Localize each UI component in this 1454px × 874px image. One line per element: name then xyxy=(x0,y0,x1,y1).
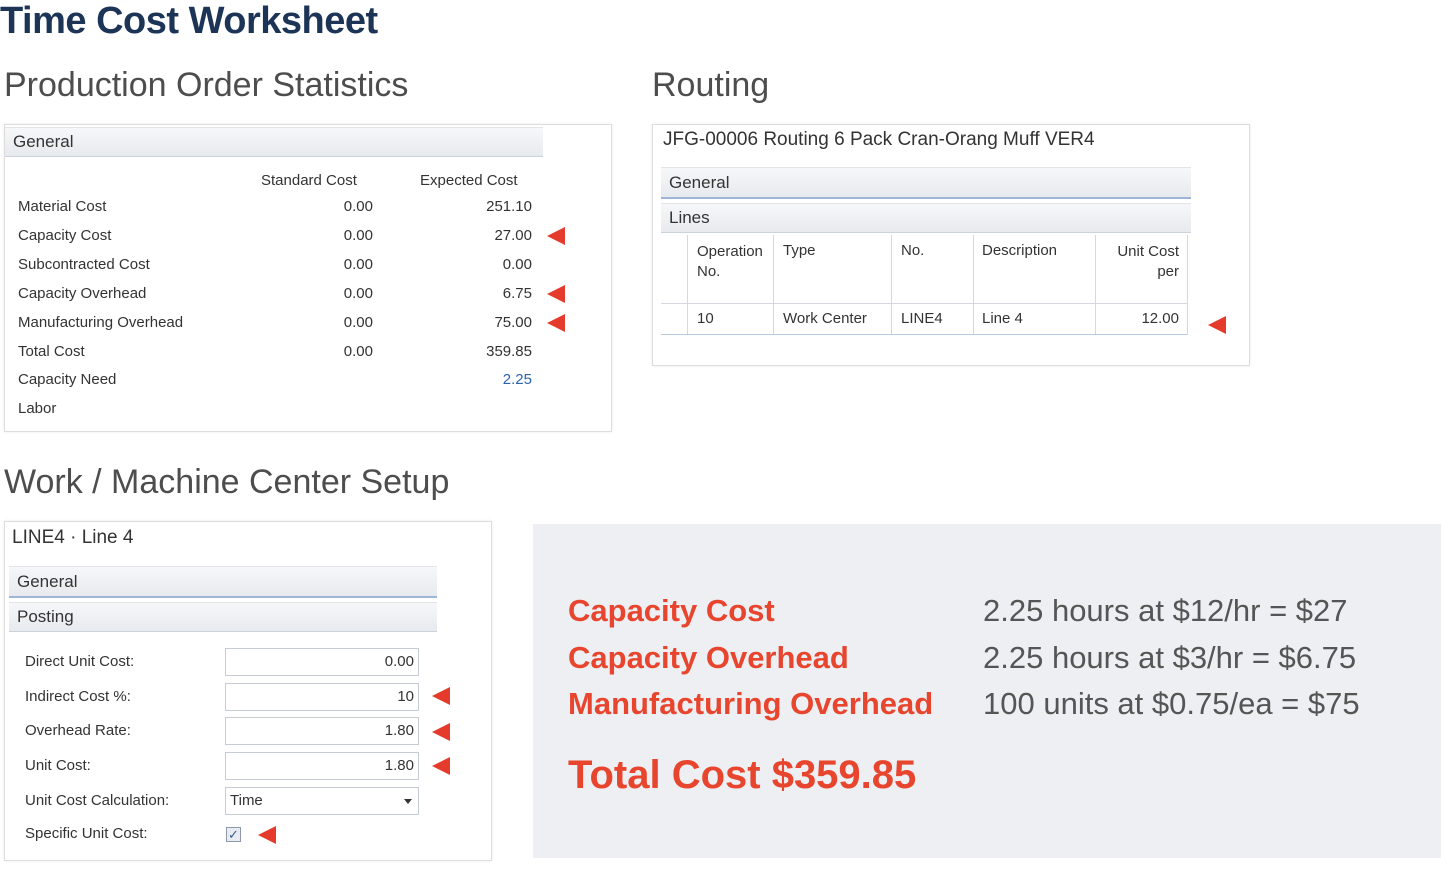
routing-lines-tab-label: Lines xyxy=(669,208,710,227)
direct-unit-cost-field[interactable]: 0.00 xyxy=(225,648,419,676)
stats-row-expected-material-cost: 251.10 xyxy=(486,198,532,215)
wc-posting-tab[interactable]: Posting xyxy=(9,602,437,632)
overhead-rate-arrow-icon xyxy=(432,723,450,741)
routing-unit-cost-arrow-icon xyxy=(1208,316,1226,334)
col-description: Description xyxy=(982,242,1058,259)
routing-row-operation[interactable]: 10 xyxy=(697,310,714,327)
unit-cost-arrow-icon xyxy=(432,757,450,775)
summary-box: Capacity Cost 2.25 hours at $12/hr = $27… xyxy=(533,524,1441,858)
routing-general-tab-label: General xyxy=(669,173,730,192)
stats-row-standard-subcontracted-cost: 0.00 xyxy=(343,255,373,273)
specific-unit-cost-arrow-icon xyxy=(258,826,276,844)
routing-row-type[interactable]: Work Center xyxy=(783,310,867,327)
routing-row-description[interactable]: Line 4 xyxy=(982,310,1023,327)
chevron-down-icon xyxy=(404,799,412,804)
stats-manufacturing-overhead-arrow-icon xyxy=(547,313,565,332)
specific-unit-cost-label: Specific Unit Cost: xyxy=(25,825,148,842)
wc-section-title: Work / Machine Center Setup xyxy=(4,463,450,501)
direct-unit-cost-label: Direct Unit Cost: xyxy=(25,653,135,670)
stats-row-standard-material-cost: 0.00 xyxy=(343,198,373,215)
unit-cost-calc-select[interactable]: Time xyxy=(225,787,419,815)
overhead-rate-label: Overhead Rate: xyxy=(25,722,131,739)
col-expected-cost: Expected Cost xyxy=(420,172,518,189)
summary-capacity-cost-value: 2.25 hours at $12/hr = $27 xyxy=(983,593,1348,628)
stats-row-expected-subcontracted-cost: 0.00 xyxy=(502,255,532,273)
summary-total-cost: Total Cost $359.85 xyxy=(568,753,917,797)
stats-row-expected-capacity-cost: 27.00 xyxy=(494,226,532,244)
wc-general-tab[interactable]: General xyxy=(9,566,437,598)
summary-manufacturing-overhead-label: Manufacturing Overhead xyxy=(568,686,934,721)
stats-row-label-labor: Labor xyxy=(18,400,57,418)
col-operation-line2: No. xyxy=(697,263,721,280)
stats-general-tab-label: General xyxy=(13,132,74,151)
summary-capacity-overhead-value: 2.25 hours at $3/hr = $6.75 xyxy=(983,640,1357,675)
indirect-cost-label: Indirect Cost %: xyxy=(25,688,131,705)
unit-cost-label: Unit Cost: xyxy=(25,757,91,774)
stats-row-expected-capacity-need[interactable]: 2.25 xyxy=(460,371,532,388)
unit-cost-calc-label: Unit Cost Calculation: xyxy=(25,792,170,809)
unit-cost-field[interactable]: 1.80 xyxy=(225,752,419,780)
stats-row-label-material-cost: Material Cost xyxy=(18,198,107,215)
stats-row-label-capacity-cost: Capacity Cost xyxy=(18,226,112,244)
col-type: Type xyxy=(783,242,816,259)
wc-general-tab-label: General xyxy=(17,572,78,591)
stats-general-tab[interactable]: General xyxy=(5,127,543,157)
routing-section-title: Routing xyxy=(652,66,770,104)
routing-general-tab[interactable]: General xyxy=(661,167,1191,199)
col-unit-cost-line2: per xyxy=(1157,263,1179,280)
stats-row-standard-capacity-overhead: 0.00 xyxy=(343,284,373,302)
routing-row-unit-cost[interactable]: 12.00 xyxy=(1099,310,1179,327)
stats-row-label-subcontracted-cost: Subcontracted Cost xyxy=(18,255,150,273)
stats-section-title: Production Order Statistics xyxy=(4,66,409,104)
col-unit-cost-line1: Unit Cost xyxy=(1117,243,1179,260)
stats-row-label-capacity-need: Capacity Need xyxy=(18,371,117,389)
work-center-panel: LINE4 · Line 4 General Posting Direct Un… xyxy=(4,521,492,861)
col-operation-line1: Operation xyxy=(697,243,763,260)
col-unit-cost: Unit Cost per xyxy=(1099,242,1179,282)
routing-lines-tab[interactable]: Lines xyxy=(661,203,1191,233)
stats-row-label-total-cost: Total Cost xyxy=(18,342,85,360)
page-title: Time Cost Worksheet xyxy=(0,0,378,42)
stats-panel: General Standard Cost Expected Cost Mate… xyxy=(4,124,612,432)
indirect-cost-arrow-icon xyxy=(432,687,450,705)
overhead-rate-field[interactable]: 1.80 xyxy=(225,717,419,745)
indirect-cost-field[interactable]: 10 xyxy=(225,683,419,711)
unit-cost-calc-value: Time xyxy=(230,792,263,809)
stats-row-expected-manufacturing-overhead: 75.00 xyxy=(494,313,532,331)
stats-row-standard-capacity-cost: 0.00 xyxy=(343,226,373,244)
stats-capacity-overhead-arrow-icon xyxy=(547,284,565,303)
col-standard-cost: Standard Cost xyxy=(261,172,357,189)
stats-row-expected-total-cost: 359.85 xyxy=(486,342,532,360)
wc-posting-tab-label: Posting xyxy=(17,607,74,626)
stats-row-standard-manufacturing-overhead: 0.00 xyxy=(343,313,373,331)
stats-row-standard-total-cost: 0.00 xyxy=(343,342,373,360)
summary-capacity-overhead-label: Capacity Overhead xyxy=(568,640,849,675)
stats-row-label-manufacturing-overhead: Manufacturing Overhead xyxy=(18,313,184,331)
summary-manufacturing-overhead-value: 100 units at $0.75/ea = $75 xyxy=(983,686,1360,721)
routing-row-no[interactable]: LINE4 xyxy=(901,310,943,327)
specific-unit-cost-checkbox[interactable]: ✓ xyxy=(226,827,241,842)
checkmark-icon: ✓ xyxy=(228,827,239,842)
wc-header: LINE4 · Line 4 xyxy=(12,527,134,548)
col-no: No. xyxy=(901,242,925,259)
summary-capacity-cost-label: Capacity Cost xyxy=(568,593,775,628)
stats-capacity-cost-arrow-icon xyxy=(547,226,565,245)
stats-row-expected-capacity-overhead: 6.75 xyxy=(502,284,532,302)
stats-row-label-capacity-overhead: Capacity Overhead xyxy=(18,284,147,302)
routing-header: JFG-00006 Routing 6 Pack Cran-Orang Muff… xyxy=(663,129,1095,150)
routing-panel: JFG-00006 Routing 6 Pack Cran-Orang Muff… xyxy=(652,124,1250,366)
col-operation: Operation No. xyxy=(697,242,763,282)
